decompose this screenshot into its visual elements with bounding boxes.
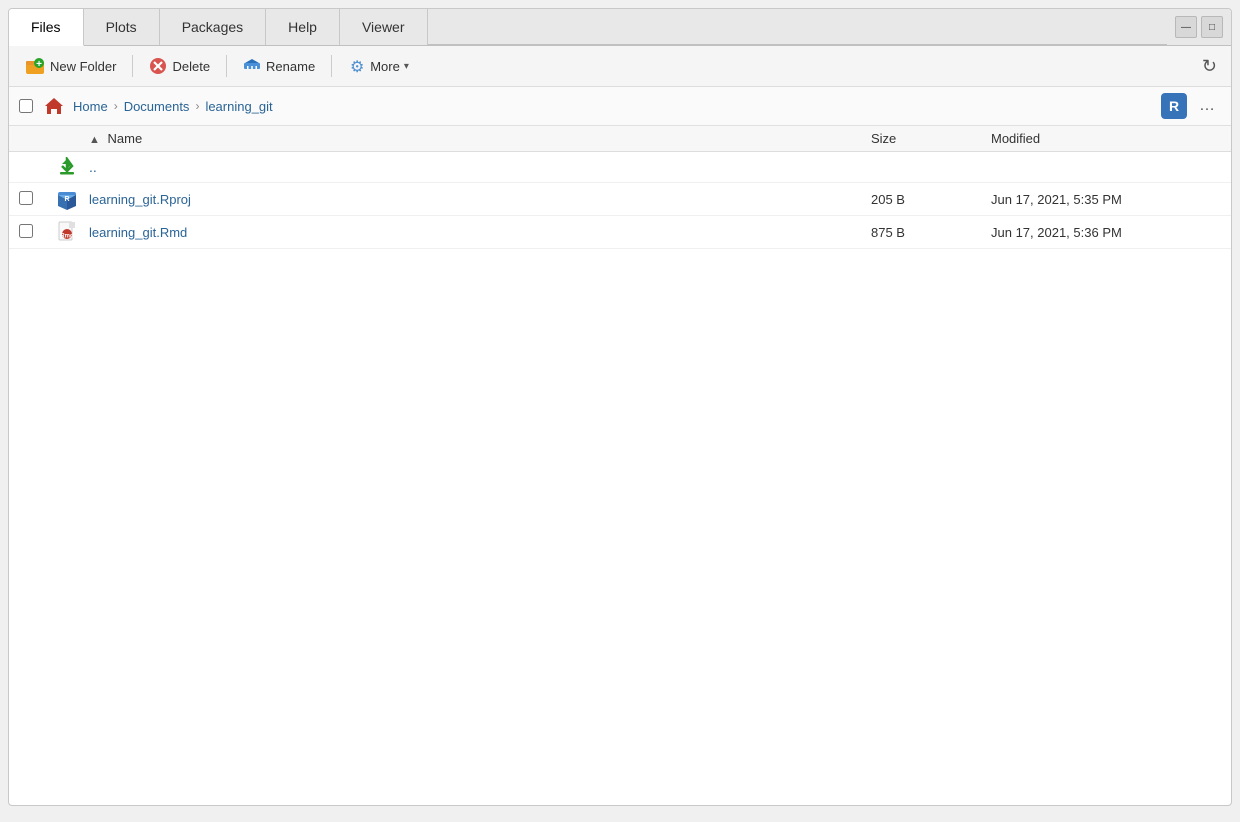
rproj-check-cell[interactable]	[9, 191, 49, 208]
file-row-rproj[interactable]: R learning_git.Rproj 205 B Jun 17, 2021,…	[9, 183, 1231, 216]
file-list: .. R learning_git.Rproj 205 B Jun	[9, 152, 1231, 805]
breadcrumb-right: R …	[1161, 93, 1221, 119]
col-modified-header[interactable]: Modified	[991, 131, 1231, 146]
sort-arrow-icon: ▲	[89, 134, 100, 146]
col-name-label: Name	[108, 131, 143, 146]
breadcrumb-home[interactable]: Home	[73, 99, 108, 114]
tab-help[interactable]: Help	[266, 9, 340, 45]
r-project-icon[interactable]: R	[1161, 93, 1187, 119]
col-size-header[interactable]: Size	[871, 131, 991, 146]
svg-text:R: R	[64, 196, 69, 203]
more-icon: ⚙	[348, 57, 366, 75]
more-options-button[interactable]: …	[1193, 95, 1221, 117]
rproj-modified: Jun 17, 2021, 5:35 PM	[991, 192, 1231, 207]
select-all-checkbox[interactable]	[19, 99, 33, 113]
minimize-button[interactable]: —	[1175, 16, 1197, 38]
delete-button[interactable]: Delete	[141, 53, 218, 79]
tab-plots[interactable]: Plots	[84, 9, 160, 45]
rproj-size: 205 B	[871, 192, 991, 207]
column-headers: ▲ Name Size Modified	[9, 126, 1231, 152]
svg-text:+: +	[36, 59, 42, 70]
tab-packages[interactable]: Packages	[160, 9, 266, 45]
toolbar-right: ↻	[1196, 53, 1223, 80]
rename-label: Rename	[266, 59, 315, 74]
rmd-check-cell[interactable]	[9, 224, 49, 241]
parent-dir-row[interactable]: ..	[9, 152, 1231, 183]
breadcrumb-arrow-1: ›	[114, 99, 118, 113]
separator-2	[226, 55, 227, 77]
rproj-icon: R	[49, 188, 85, 210]
separator-3	[331, 55, 332, 77]
tab-viewer[interactable]: Viewer	[340, 9, 428, 45]
more-caret-icon: ▾	[404, 61, 409, 72]
file-row-rmd[interactable]: Rmd learning_git.Rmd 875 B Jun 17, 2021,…	[9, 216, 1231, 249]
new-folder-label: New Folder	[50, 59, 116, 74]
delete-label: Delete	[172, 59, 210, 74]
col-name-header[interactable]: ▲ Name	[85, 131, 871, 146]
rproj-name[interactable]: learning_git.Rproj	[85, 192, 871, 207]
breadcrumb-current[interactable]: learning_git	[205, 99, 272, 114]
rmd-modified: Jun 17, 2021, 5:36 PM	[991, 225, 1231, 240]
svg-text:Rmd: Rmd	[60, 234, 74, 240]
maximize-button[interactable]: □	[1201, 16, 1223, 38]
more-label: More	[370, 59, 400, 74]
parent-dir-name[interactable]: ..	[85, 159, 871, 175]
rename-button[interactable]: Rename	[235, 53, 323, 79]
separator-1	[132, 55, 133, 77]
breadcrumb-bar: Home › Documents › learning_git R …	[9, 87, 1231, 126]
breadcrumb-arrow-2: ›	[195, 99, 199, 113]
rmd-name[interactable]: learning_git.Rmd	[85, 225, 871, 240]
more-button[interactable]: ⚙ More ▾	[340, 53, 417, 79]
rmd-icon: Rmd	[49, 221, 85, 243]
rename-icon	[243, 57, 261, 75]
parent-icon	[49, 157, 85, 177]
breadcrumb-documents[interactable]: Documents	[124, 99, 190, 114]
tab-files[interactable]: Files	[9, 9, 84, 46]
rmd-size: 875 B	[871, 225, 991, 240]
refresh-button[interactable]: ↻	[1196, 53, 1223, 80]
rproj-checkbox[interactable]	[19, 191, 33, 205]
home-icon[interactable]	[43, 95, 65, 117]
window-controls: — □	[1167, 9, 1231, 45]
new-folder-icon: +	[25, 56, 45, 76]
toolbar: + New Folder Delete	[9, 46, 1231, 87]
new-folder-button[interactable]: + New Folder	[17, 52, 124, 80]
rmd-checkbox[interactable]	[19, 224, 33, 238]
delete-icon	[149, 57, 167, 75]
tab-bar: Files Plots Packages Help Viewer — □	[9, 9, 1231, 46]
